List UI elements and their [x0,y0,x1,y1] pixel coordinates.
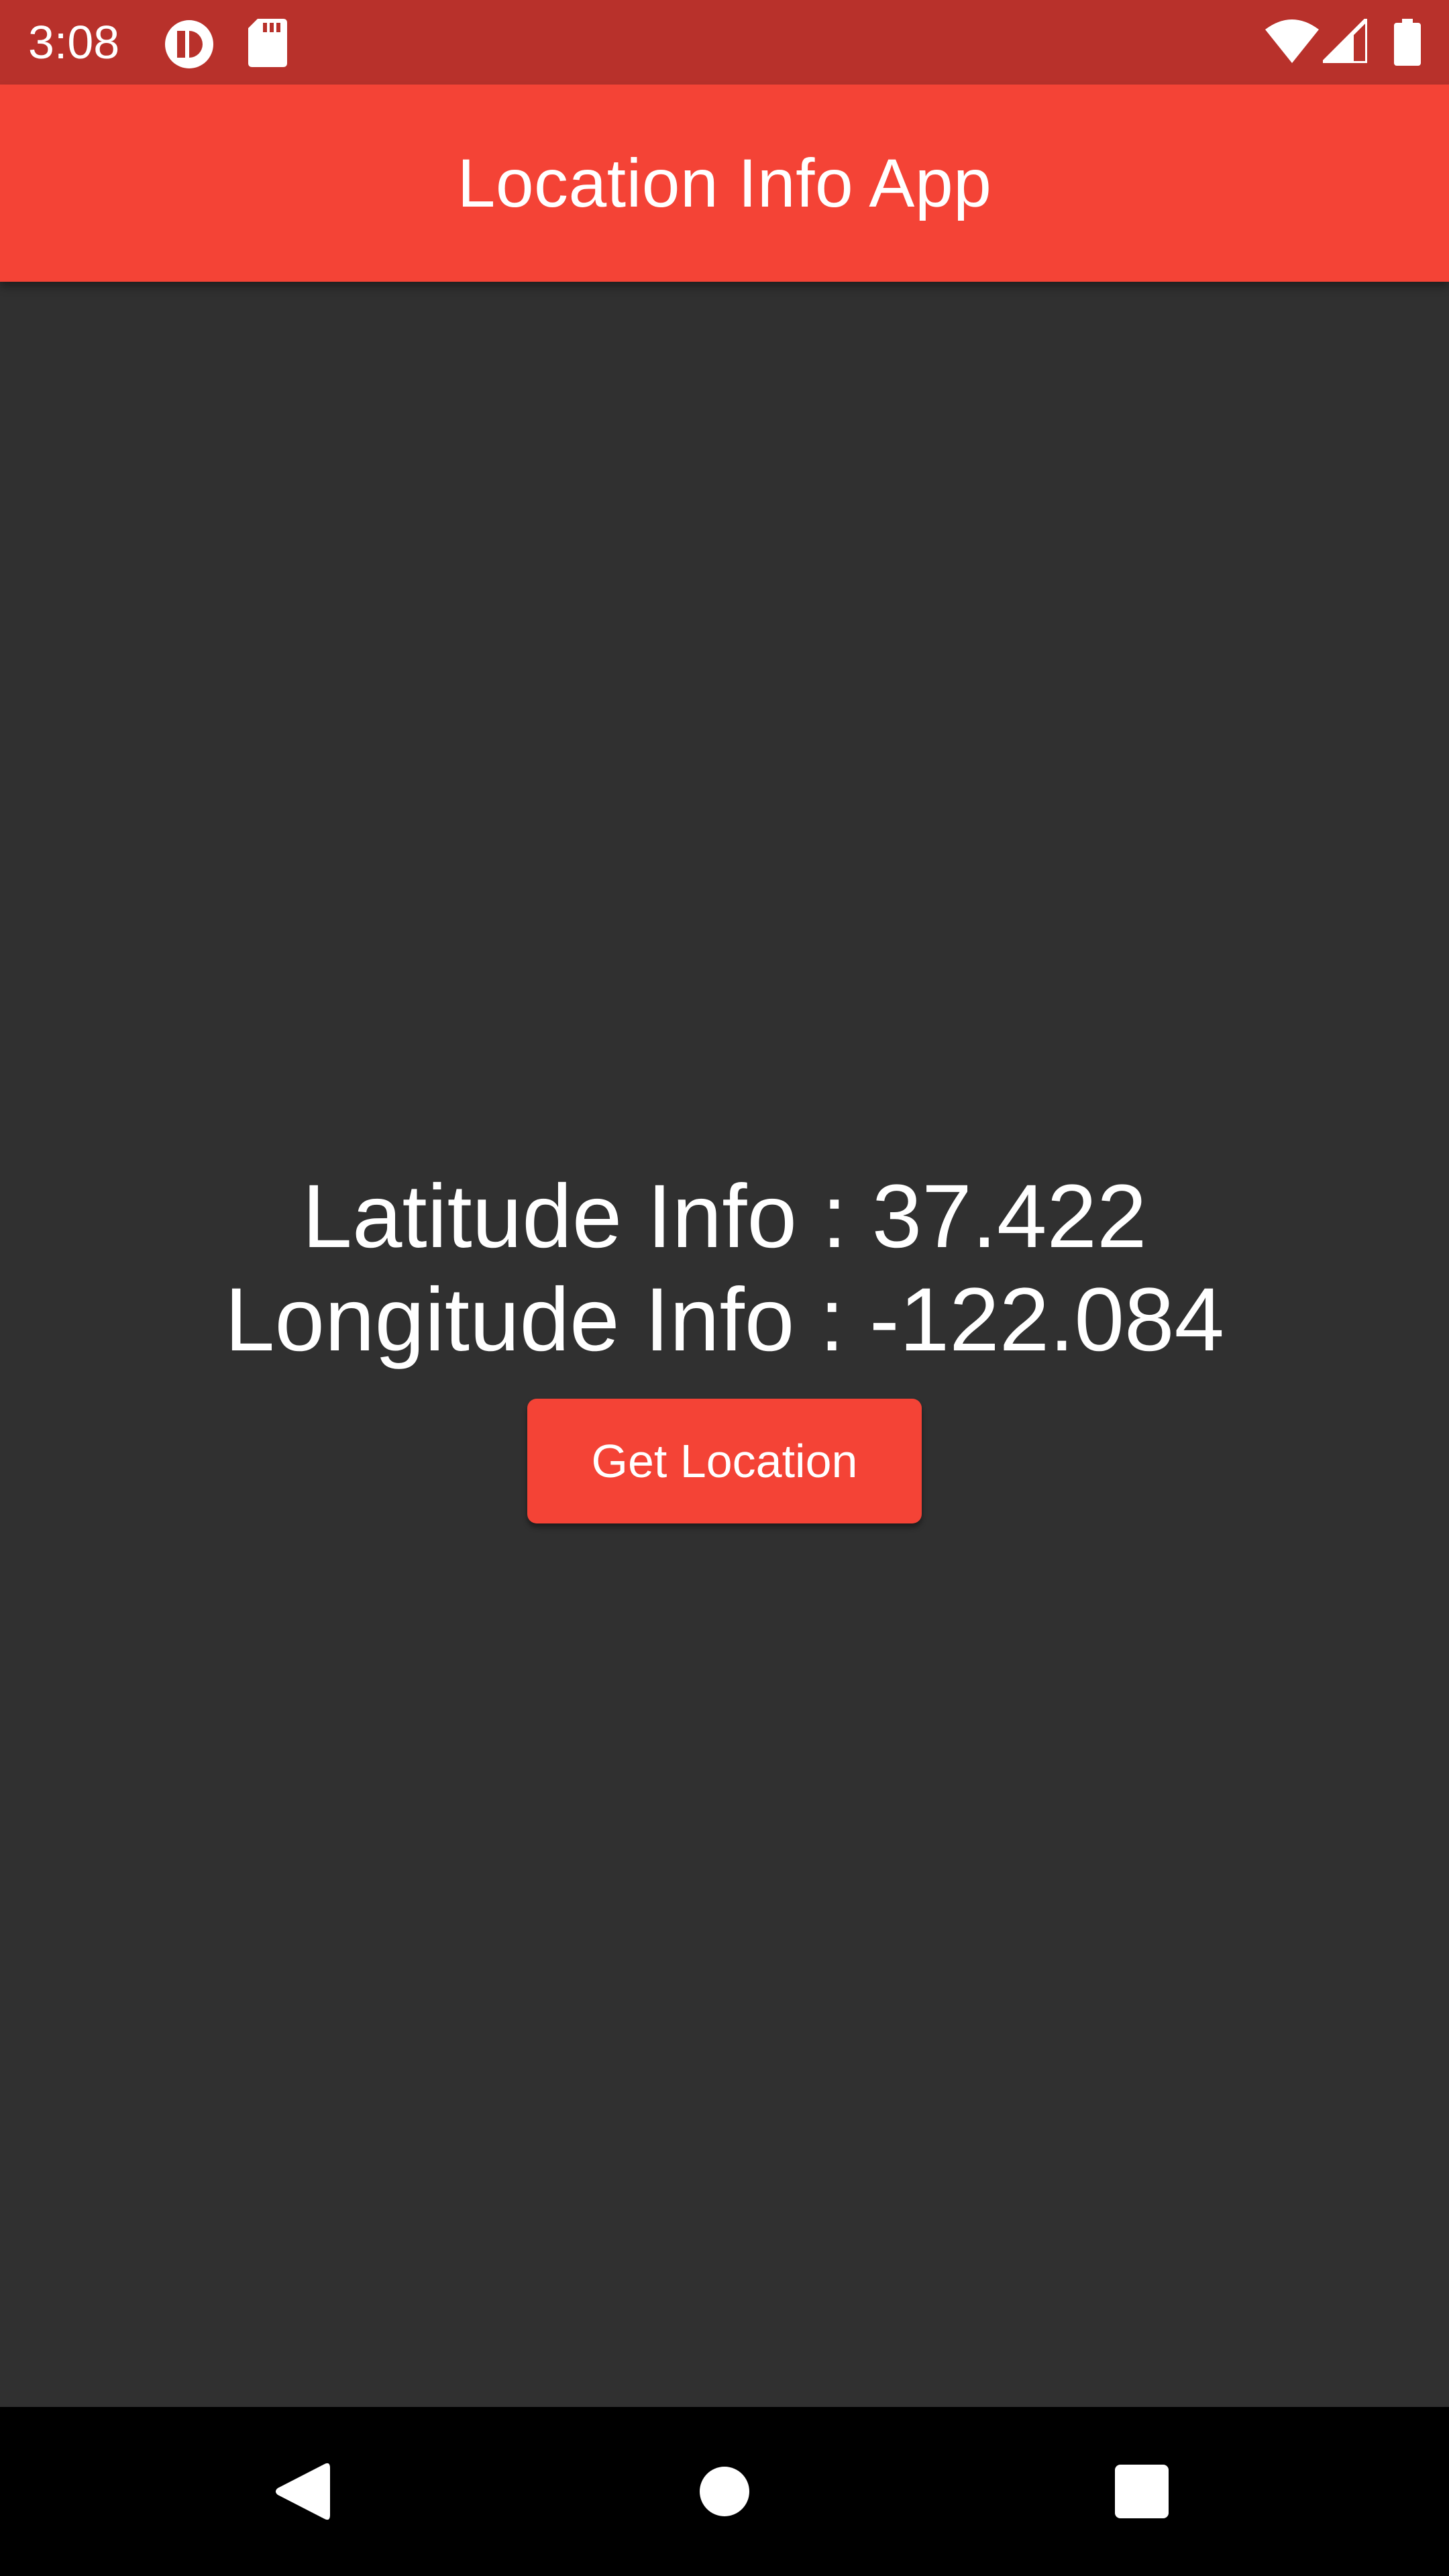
battery-icon [1394,19,1421,69]
status-time: 3:08 [28,16,120,68]
main-content: Latitude Info : 37.422 Longitude Info : … [0,282,1449,2407]
app-notification-icon [164,19,215,73]
sd-card-icon [248,19,287,70]
back-icon[interactable] [262,2451,342,2532]
app-title: Location Info App [457,144,992,221]
status-bar: 3:08 [0,0,1449,85]
home-icon[interactable] [684,2451,765,2532]
wifi-icon [1265,19,1319,66]
app-screen: 3:08 Location Info App Latitude Info: 3… [0,0,1449,2576]
app-bar: Location Info App [0,85,1449,282]
latitude-text: Latitude Info : 37.422 [302,1167,1147,1267]
longitude-text: Longitude Info : -122.084 [224,1270,1225,1370]
recents-icon[interactable] [1102,2451,1182,2532]
navigation-bar [0,2407,1449,2576]
cell-signal-icon [1318,13,1369,66]
get-location-button[interactable]: Get Location [527,1399,922,1523]
